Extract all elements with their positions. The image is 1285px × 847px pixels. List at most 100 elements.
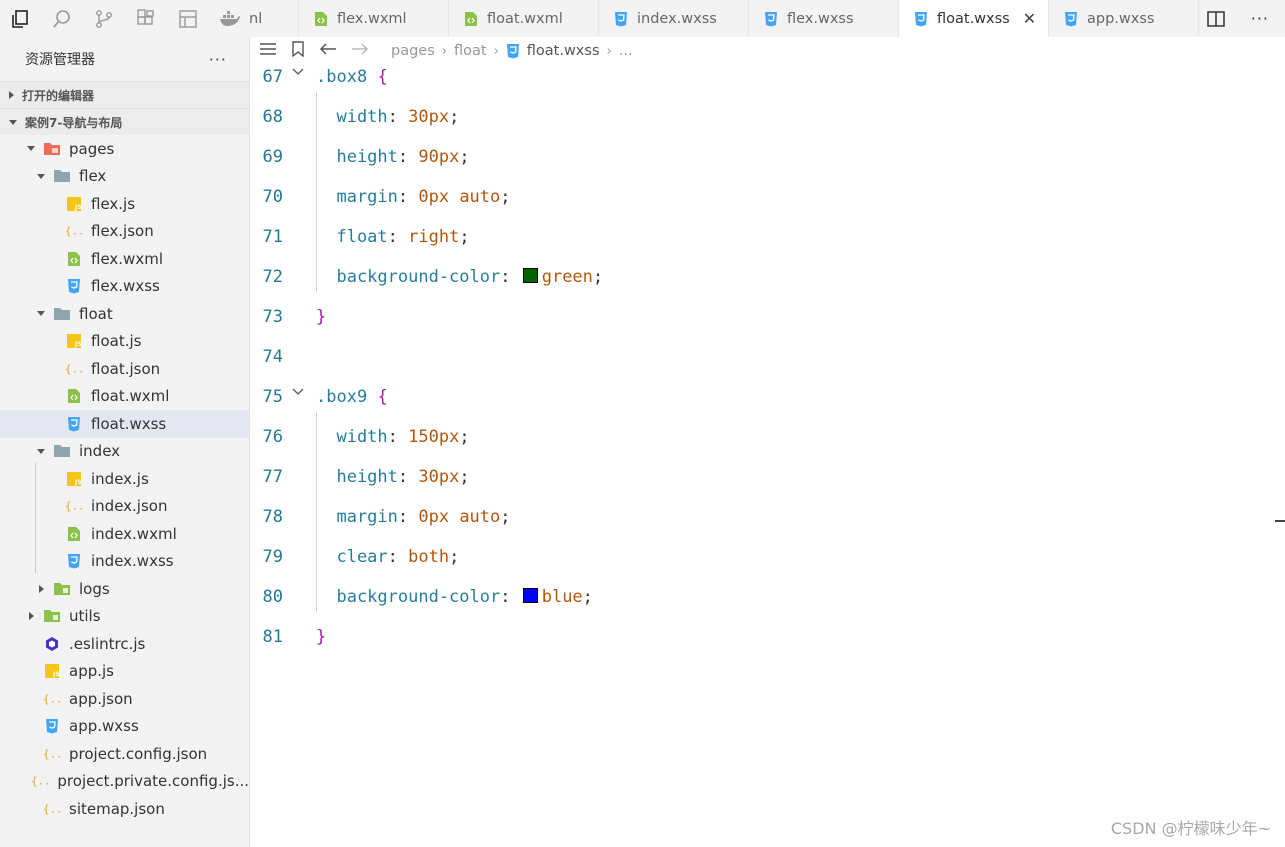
code-line[interactable]: 67 .box8 { bbox=[249, 57, 1249, 97]
json-file-icon: {..} bbox=[43, 745, 61, 763]
tree-twistie bbox=[35, 311, 47, 317]
docker-icon[interactable] bbox=[219, 8, 241, 30]
explorer-panel: 资源管理器 ··· 打开的编辑器 案例7-导航与布局 pages flex JS fl… bbox=[0, 0, 250, 847]
color-swatch[interactable] bbox=[522, 268, 538, 283]
code-token: margin bbox=[316, 187, 398, 207]
color-swatch[interactable] bbox=[522, 588, 538, 603]
code-token: { bbox=[377, 387, 388, 407]
split-editor-icon[interactable] bbox=[1206, 10, 1225, 27]
code-text: .box8 { bbox=[316, 67, 388, 87]
tab-float-wxml[interactable]: float.wxml bbox=[449, 0, 599, 37]
tree-folder[interactable]: utils bbox=[0, 603, 249, 631]
code-token: ; bbox=[459, 227, 470, 247]
tab-flex-wxml[interactable]: flex.wxml bbox=[299, 0, 449, 37]
code-token: : bbox=[387, 547, 409, 567]
project-section[interactable]: 案例7-导航与布局 bbox=[0, 108, 249, 135]
tree-twistie bbox=[25, 612, 37, 621]
code-line[interactable]: 71 float: right; bbox=[249, 217, 1249, 257]
tree-file[interactable]: {..} project.private.config.js... bbox=[0, 768, 249, 796]
code-token: green bbox=[541, 267, 593, 287]
code-token: background-color bbox=[316, 587, 501, 607]
tab-app-wxss[interactable]: app.wxss bbox=[1049, 0, 1199, 37]
tree-item-label: sitemap.json bbox=[69, 799, 165, 818]
fold-chevron-icon[interactable] bbox=[292, 63, 304, 75]
tree-file[interactable]: float.wxss bbox=[0, 410, 249, 438]
code-line[interactable]: 73} bbox=[249, 297, 1249, 337]
code-line[interactable]: 72 background-color: green; bbox=[249, 257, 1249, 297]
code-line[interactable]: 78 margin: 0px auto; bbox=[249, 497, 1249, 537]
scrollbar-marker[interactable] bbox=[1275, 520, 1285, 522]
layout-icon[interactable] bbox=[177, 8, 199, 30]
search-icon[interactable] bbox=[51, 8, 73, 30]
files-icon[interactable] bbox=[9, 8, 31, 30]
tree-item-label: project.private.config.js... bbox=[57, 772, 249, 791]
code-token: ; bbox=[459, 147, 470, 167]
caret-right-icon bbox=[9, 91, 14, 99]
tree-file[interactable]: .eslintrc.js bbox=[0, 630, 249, 658]
svg-text:{..}: {..} bbox=[43, 802, 61, 815]
close-icon[interactable]: ✕ bbox=[1023, 9, 1036, 28]
svg-text:JS: JS bbox=[52, 671, 60, 678]
code-line[interactable]: 79 clear: both; bbox=[249, 537, 1249, 577]
code-line[interactable]: 81} bbox=[249, 617, 1249, 657]
tree-file[interactable]: flex.wxss bbox=[0, 273, 249, 301]
tree-file[interactable]: {..} flex.json bbox=[0, 218, 249, 246]
extensions-icon[interactable] bbox=[135, 8, 157, 30]
code-token: blue bbox=[541, 587, 583, 607]
tree-file[interactable]: {..} app.json bbox=[0, 685, 249, 713]
tab-label: nl bbox=[249, 10, 263, 27]
code-line[interactable]: 74 bbox=[249, 337, 1249, 377]
tree-file[interactable]: JS flex.js bbox=[0, 190, 249, 218]
code-line[interactable]: 69 height: 90px; bbox=[249, 137, 1249, 177]
code-line[interactable]: 76 width: 150px; bbox=[249, 417, 1249, 457]
wxss-file-icon bbox=[65, 415, 83, 433]
tree-file[interactable]: JS app.js bbox=[0, 658, 249, 686]
code-line[interactable]: 75 .box9 { bbox=[249, 377, 1249, 417]
tree-file[interactable]: index.wxml bbox=[0, 520, 249, 548]
code-token: ; bbox=[449, 547, 460, 567]
tree-file[interactable]: {..} index.json bbox=[0, 493, 249, 521]
js-file-icon: JS bbox=[43, 662, 61, 680]
tree-file[interactable]: {..} project.config.json bbox=[0, 740, 249, 768]
tree-file[interactable]: JS float.js bbox=[0, 328, 249, 356]
code-line[interactable]: 70 margin: 0px auto; bbox=[249, 177, 1249, 217]
svg-text:{..}: {..} bbox=[65, 362, 83, 375]
tab-index-wxss[interactable]: index.wxss bbox=[599, 0, 749, 37]
code-text: clear: both; bbox=[316, 547, 459, 567]
wxss-file-icon bbox=[65, 277, 83, 295]
code-editor[interactable]: 67 .box8 {68 width: 30px; 69 height: 90px;… bbox=[249, 65, 1285, 847]
code-line[interactable]: 68 width: 30px; bbox=[249, 97, 1249, 137]
more-actions-icon[interactable]: ··· bbox=[1251, 9, 1269, 28]
tree-file[interactable]: {..} float.json bbox=[0, 355, 249, 383]
tree-file[interactable]: float.wxml bbox=[0, 383, 249, 411]
tree-file[interactable]: JS index.js bbox=[0, 465, 249, 493]
tree-folder[interactable]: pages bbox=[0, 135, 249, 163]
tab-label: index.wxss bbox=[637, 10, 717, 27]
tree-item-label: float bbox=[79, 304, 113, 323]
tree-file[interactable]: app.wxss bbox=[0, 713, 249, 741]
tree-item-label: project.config.json bbox=[69, 744, 208, 763]
open-editors-section[interactable]: 打开的编辑器 bbox=[0, 81, 249, 108]
tree-folder[interactable]: logs bbox=[0, 575, 249, 603]
code-line[interactable]: 77 height: 30px; bbox=[249, 457, 1249, 497]
tab-float-wxss[interactable]: float.wxss ✕ bbox=[899, 0, 1049, 37]
code-line[interactable]: 80 background-color: blue; bbox=[249, 577, 1249, 617]
source-control-icon[interactable] bbox=[93, 8, 115, 30]
fold-chevron-icon[interactable] bbox=[292, 383, 304, 395]
tree-file[interactable]: {..} sitemap.json bbox=[0, 795, 249, 823]
tree-file[interactable]: index.wxss bbox=[0, 548, 249, 576]
line-number: 81 bbox=[262, 627, 283, 647]
code-token: : bbox=[387, 107, 409, 127]
code-token: } bbox=[316, 307, 327, 327]
tab-nl[interactable]: nl bbox=[249, 0, 299, 37]
tree-item-label: flex bbox=[79, 167, 107, 186]
tree-folder[interactable]: index bbox=[0, 438, 249, 466]
tree-folder[interactable]: flex bbox=[0, 163, 249, 191]
tree-folder[interactable]: float bbox=[0, 300, 249, 328]
json-file-icon: {..} bbox=[43, 800, 61, 818]
tree-file[interactable]: flex.wxml bbox=[0, 245, 249, 273]
code-token: : bbox=[500, 267, 521, 287]
tab-flex-wxss[interactable]: flex.wxss bbox=[749, 0, 899, 37]
more-actions-button[interactable]: ··· bbox=[209, 50, 227, 69]
code-token: .box9 bbox=[316, 387, 368, 407]
